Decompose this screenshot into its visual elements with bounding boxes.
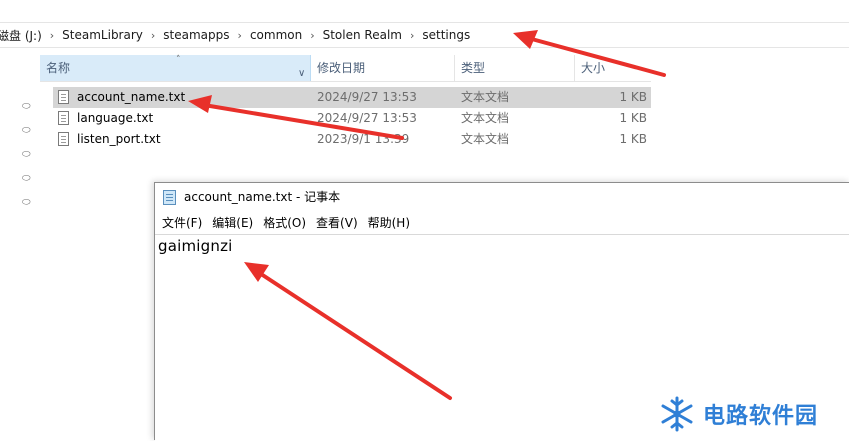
file-date: 2024/9/27 13:53 bbox=[317, 111, 417, 125]
column-header-name[interactable]: 名称 ˄ ∨ bbox=[40, 55, 311, 81]
chevron-right-icon[interactable]: › bbox=[148, 29, 158, 42]
breadcrumb-steamapps[interactable]: steamapps bbox=[158, 28, 234, 42]
explorer-toolbar-strip bbox=[0, 0, 849, 20]
file-type: 文本文档 bbox=[461, 132, 510, 146]
column-header-date[interactable]: 修改日期 bbox=[311, 55, 455, 81]
file-row-listen-port[interactable]: listen_port.txt 2023/9/1 13:39 文本文档 1 KB bbox=[53, 129, 651, 150]
pin-icon[interactable]: ⬭ bbox=[22, 150, 31, 160]
watermark: 电路软件园 bbox=[657, 393, 847, 435]
text-file-icon bbox=[58, 111, 69, 125]
address-bar[interactable]: 磁盘 (J:) › SteamLibrary › steamapps › com… bbox=[0, 22, 849, 48]
column-header-size[interactable]: 大小 bbox=[575, 55, 651, 81]
pin-icon[interactable]: ⬭ bbox=[22, 198, 31, 208]
pin-icon[interactable]: ⬭ bbox=[22, 126, 31, 136]
file-name: language.txt bbox=[77, 111, 154, 125]
menu-edit[interactable]: 编辑(E) bbox=[205, 212, 253, 234]
menu-view[interactable]: 查看(V) bbox=[309, 212, 358, 234]
breadcrumb-settings[interactable]: settings bbox=[417, 28, 475, 42]
file-name: listen_port.txt bbox=[77, 132, 161, 146]
sort-ascending-icon: ˄ bbox=[176, 55, 181, 65]
watermark-text: 电路软件园 bbox=[703, 404, 819, 429]
breadcrumb-common[interactable]: common bbox=[245, 28, 307, 42]
text-file-icon bbox=[58, 132, 69, 146]
file-date: 2024/9/27 13:53 bbox=[317, 90, 417, 104]
breadcrumb-steamlibrary[interactable]: SteamLibrary bbox=[57, 28, 148, 42]
menu-file[interactable]: 文件(F) bbox=[155, 212, 202, 234]
text-file-icon bbox=[58, 90, 69, 104]
file-size: 1 KB bbox=[619, 90, 647, 104]
file-type: 文本文档 bbox=[461, 90, 510, 104]
breadcrumb-drive[interactable]: 磁盘 (J:) bbox=[0, 27, 47, 44]
pin-icon[interactable]: ⬭ bbox=[22, 174, 31, 184]
notepad-icon[interactable] bbox=[163, 190, 176, 205]
file-row-language[interactable]: language.txt 2024/9/27 13:53 文本文档 1 KB bbox=[53, 108, 651, 129]
menu-help[interactable]: 帮助(H) bbox=[361, 212, 410, 234]
column-header-name-label: 名称 bbox=[46, 61, 71, 75]
notepad-title-bar[interactable]: account_name.txt - 记事本 bbox=[155, 183, 849, 212]
file-size: 1 KB bbox=[619, 111, 647, 125]
file-row-account-name[interactable]: account_name.txt 2024/9/27 13:53 文本文档 1 … bbox=[53, 87, 651, 108]
notepad-content: gaimignzi bbox=[158, 237, 233, 255]
breadcrumb-stolen-realm[interactable]: Stolen Realm bbox=[318, 28, 407, 42]
file-list-header: 名称 ˄ ∨ 修改日期 类型 大小 bbox=[40, 55, 651, 82]
file-date: 2023/9/1 13:39 bbox=[317, 132, 410, 146]
file-type: 文本文档 bbox=[461, 111, 510, 125]
column-header-type[interactable]: 类型 bbox=[455, 55, 575, 81]
menu-format[interactable]: 格式(O) bbox=[256, 212, 306, 234]
chevron-right-icon[interactable]: › bbox=[47, 29, 57, 42]
pin-icon[interactable]: ⬭ bbox=[22, 102, 31, 112]
notepad-menu-bar: 文件(F) 编辑(E) 格式(O) 查看(V) 帮助(H) bbox=[155, 212, 849, 234]
file-name: account_name.txt bbox=[77, 90, 186, 104]
file-size: 1 KB bbox=[619, 132, 647, 146]
notepad-title: account_name.txt - 记事本 bbox=[184, 190, 341, 204]
navigation-pane: ⬭ ⬭ ⬭ ⬭ ⬭ bbox=[0, 48, 38, 439]
chevron-right-icon[interactable]: › bbox=[307, 29, 317, 42]
snowflake-logo-icon bbox=[661, 396, 693, 432]
chevron-right-icon[interactable]: › bbox=[235, 29, 245, 42]
chevron-right-icon[interactable]: › bbox=[407, 29, 417, 42]
chevron-down-icon[interactable]: ∨ bbox=[298, 61, 305, 87]
